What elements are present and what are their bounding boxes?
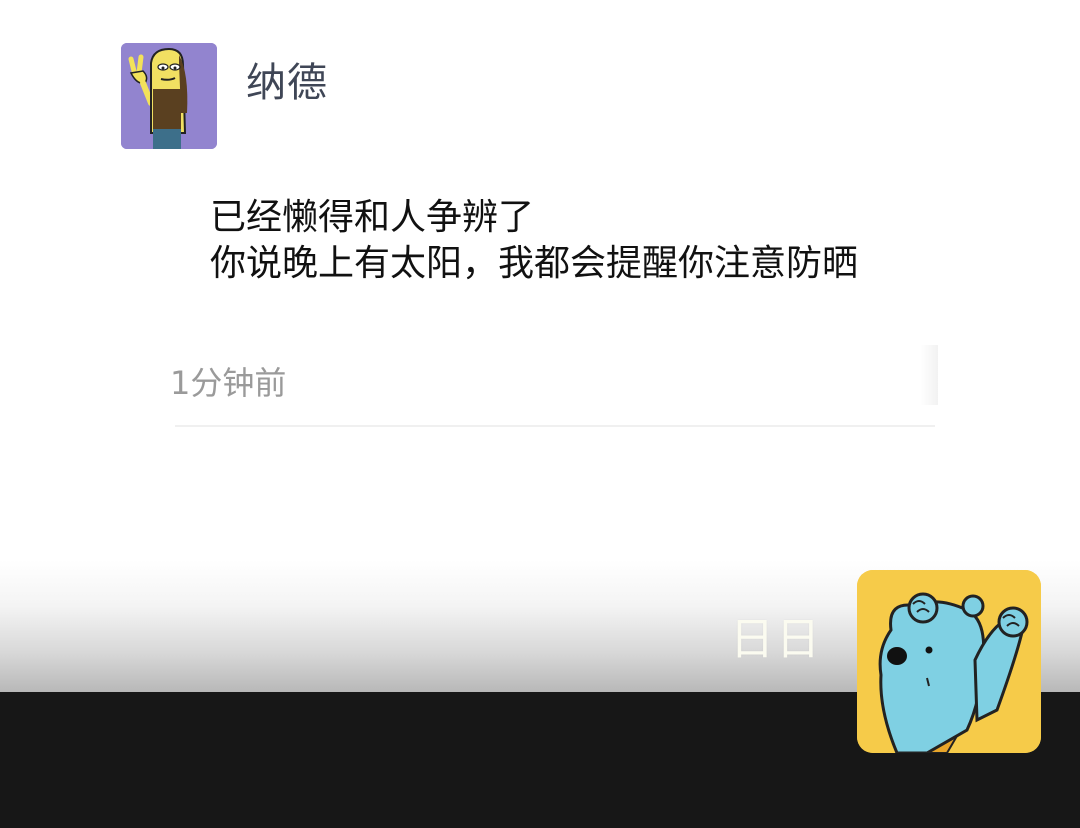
overlay-nickname: 日日 (730, 614, 822, 665)
blue-bear-icon (857, 570, 1041, 753)
peace-sign-character-icon (121, 43, 217, 149)
message-line: 你说晚上有太阳，我都会提醒你注意防晒 (210, 243, 859, 284)
author-name[interactable]: 纳德 (246, 50, 328, 108)
timestamp: 1分钟前 (170, 364, 287, 402)
divider (175, 425, 935, 427)
message-line: 已经懒得和人争辨了 (210, 197, 535, 238)
card-edge (920, 345, 938, 405)
message-content: 已经懒得和人争辨了 你说晚上有太阳，我都会提醒你注意防晒 (210, 195, 858, 287)
author-avatar[interactable] (121, 43, 217, 149)
bear-avatar[interactable] (857, 570, 1041, 753)
